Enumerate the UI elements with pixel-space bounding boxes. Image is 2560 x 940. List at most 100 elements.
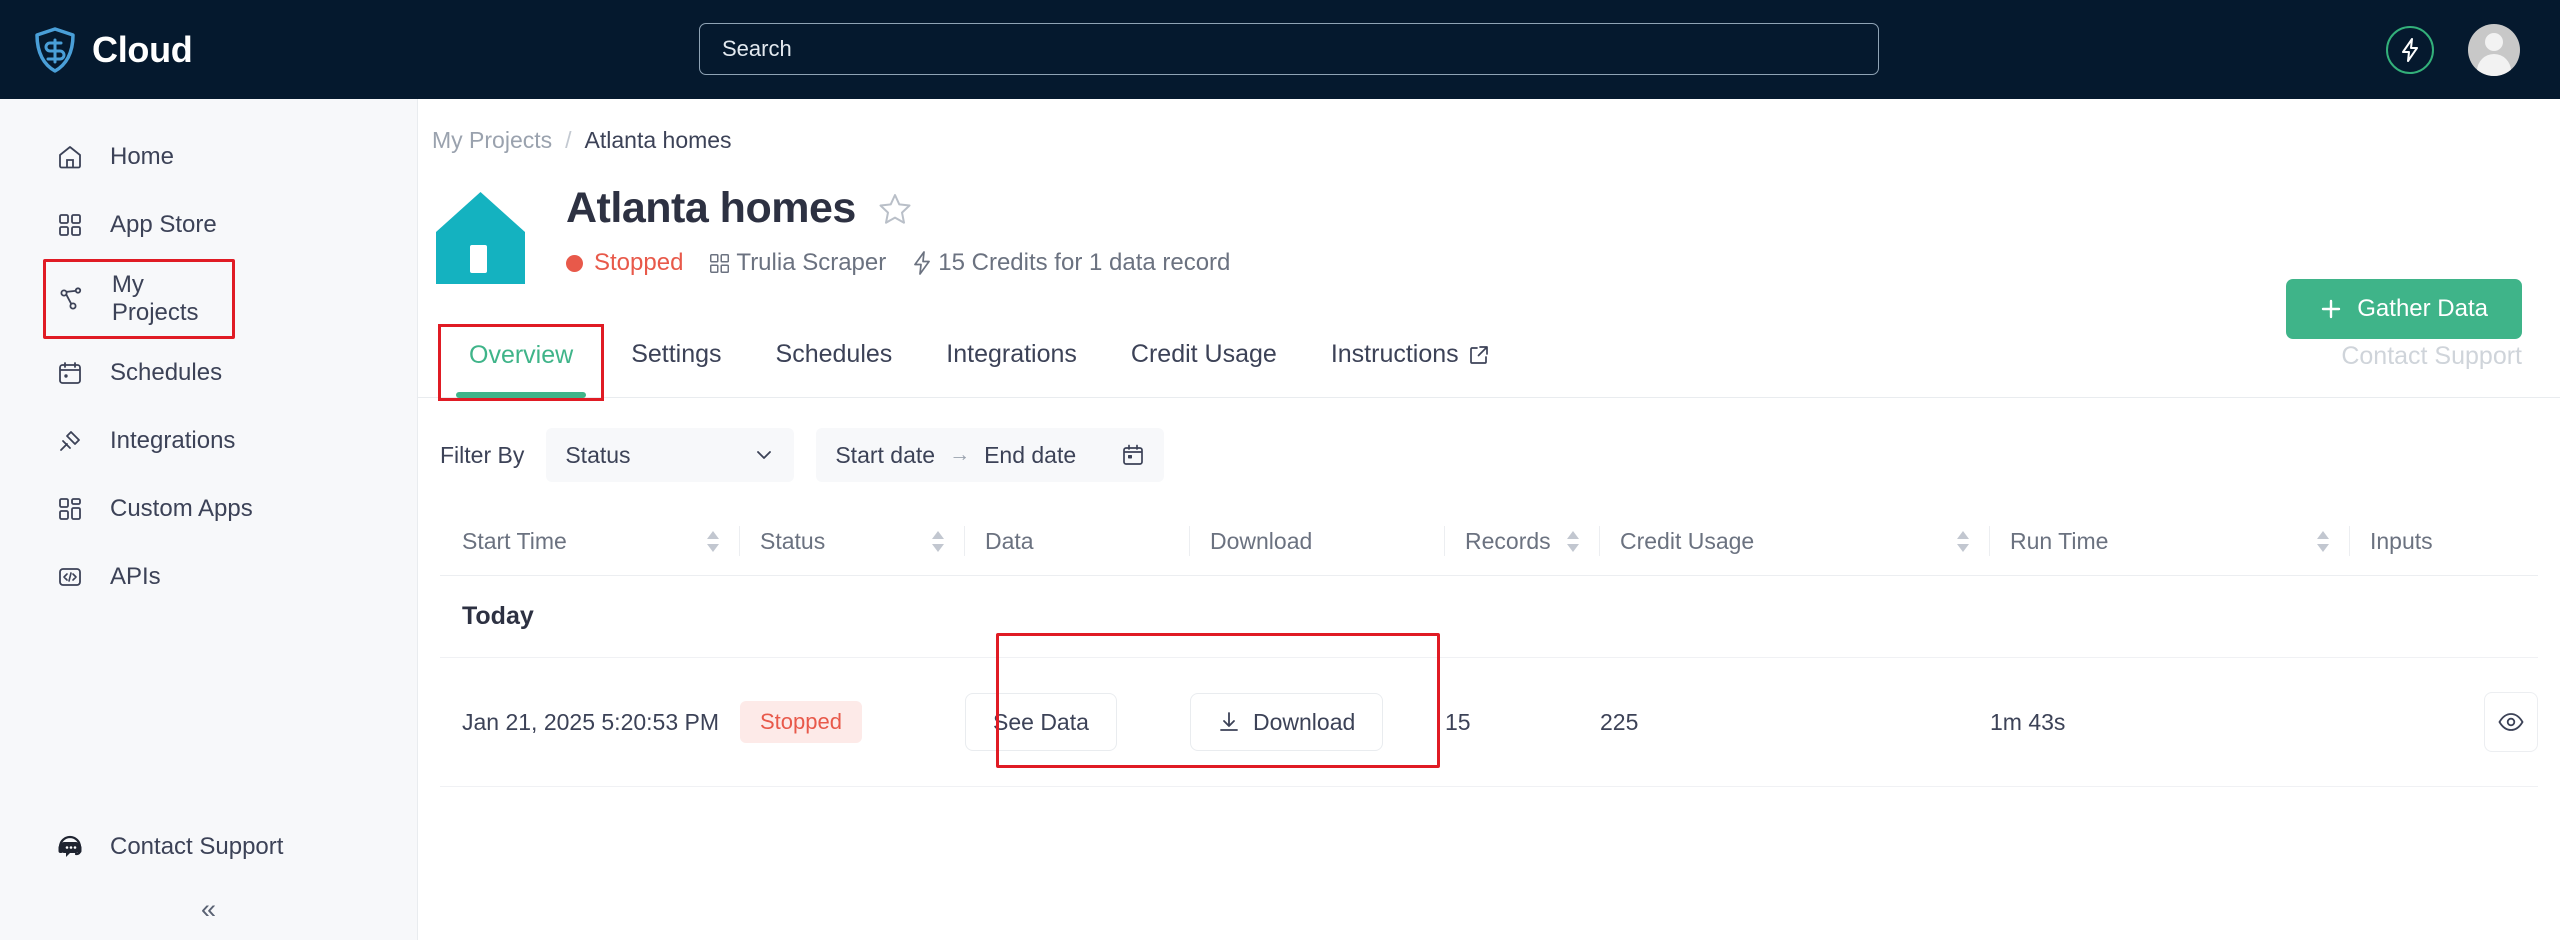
user-avatar-icon[interactable] [2468, 23, 2520, 76]
table-group-header: Today [440, 576, 2538, 658]
sidebar-item-integrations[interactable]: Integrations [0, 407, 417, 475]
download-icon [1218, 711, 1240, 733]
table-body: Today Jan 21, 2025 5:20:53 PM Stopped Se… [440, 576, 2538, 787]
sort-toggle-icon[interactable] [1566, 531, 1580, 552]
column-header-run-time[interactable]: Run Time [1990, 510, 2350, 576]
shield-logo-icon [34, 26, 76, 73]
topbar-right-actions [2386, 0, 2520, 99]
status-dot-icon [566, 254, 583, 272]
column-header-records[interactable]: Records [1445, 510, 1600, 576]
sidebar-item-label: Custom Apps [110, 495, 253, 522]
project-meta: Atlanta homes Stopped Trulia Scraper 15 … [566, 184, 1230, 277]
credits-button[interactable] [2386, 25, 2434, 74]
scraper-name: Trulia Scraper [736, 249, 887, 276]
tab-label: Overview [469, 341, 574, 369]
app-root: Cloud Search Home App Store My Projects … [0, 0, 2560, 940]
end-date-input[interactable]: End date [984, 442, 1076, 469]
tab-label: Settings [631, 340, 722, 368]
eye-icon [2498, 709, 2524, 735]
start-date-input[interactable]: Start date [835, 442, 935, 469]
filter-by-label: Filter By [440, 441, 525, 468]
cell-status: Stopped [740, 657, 965, 787]
tab-integrations[interactable]: Integrations [919, 330, 1104, 393]
sidebar-item-my-projects[interactable]: My Projects [43, 259, 235, 339]
calendar-icon [56, 359, 84, 387]
house-icon [432, 190, 529, 286]
sidebar-nav-list: Home App Store My Projects Schedules Int… [0, 99, 417, 611]
cell-credit-usage: 225 [1600, 657, 1990, 787]
breadcrumb-parent[interactable]: My Projects [432, 127, 552, 154]
sidebar-item-label: APIs [110, 563, 161, 590]
top-navigation-bar: Cloud [0, 0, 2560, 99]
tab-settings[interactable]: Settings [604, 330, 748, 393]
column-header-credit-usage[interactable]: Credit Usage [1600, 510, 1990, 576]
sort-toggle-icon[interactable] [1956, 531, 1970, 552]
project-header: Atlanta homes Stopped Trulia Scraper 15 … [432, 184, 2560, 286]
sidebar-item-apis[interactable]: APIs [0, 543, 417, 611]
search-input[interactable] [699, 23, 1879, 75]
column-header-status[interactable]: Status [740, 510, 965, 576]
column-label: Records [1465, 528, 1551, 554]
star-outline-icon[interactable] [878, 192, 912, 226]
tabs-bar: Overview Settings Schedules Integrations… [418, 324, 2560, 401]
brand-name: Cloud [92, 28, 193, 70]
sidebar-item-custom-apps[interactable]: Custom Apps [0, 475, 417, 543]
sidebar-item-label: Integrations [110, 427, 236, 454]
page-title: Atlanta homes [566, 184, 856, 232]
tab-list: Overview Settings Schedules Integrations… [438, 324, 2560, 401]
tab-label: Credit Usage [1130, 340, 1277, 368]
column-label: Inputs [2370, 528, 2433, 554]
project-meta-row: Stopped Trulia Scraper 15 Credits for 1 … [566, 249, 1230, 277]
table-row[interactable]: Jan 21, 2025 5:20:53 PM Stopped See Data [440, 657, 2538, 787]
date-range-picker[interactable]: Start date → End date [816, 428, 1165, 482]
sort-toggle-icon[interactable] [2316, 531, 2330, 552]
view-inputs-button[interactable] [2484, 692, 2538, 752]
external-link-icon [1469, 345, 1489, 365]
column-label: Start Time [462, 528, 567, 554]
tab-instructions[interactable]: Instructions [1304, 330, 1516, 393]
tab-label: Integrations [946, 340, 1077, 368]
table-header-row: Start Time Status Data Download Records … [440, 510, 2538, 576]
project-title-row: Atlanta homes [566, 184, 1230, 233]
download-label: Download [1253, 708, 1356, 735]
column-label: Download [1210, 528, 1313, 554]
search-container [699, 23, 1879, 75]
custom-grid-icon [56, 495, 84, 523]
sidebar-item-app-store[interactable]: App Store [0, 191, 417, 259]
sidebar-item-label: App Store [110, 211, 217, 238]
sidebar: Home App Store My Projects Schedules Int… [0, 99, 418, 940]
tab-overview[interactable]: Overview [438, 324, 605, 401]
status-filter-select[interactable]: Status [546, 428, 795, 482]
breadcrumb-current: Atlanta homes [584, 127, 732, 153]
sidebar-collapse-button[interactable]: « [0, 878, 417, 940]
breadcrumb: My Projects / Atlanta homes [432, 127, 2560, 154]
credits-chip: 15 Credits for 1 data record [912, 249, 1230, 277]
cell-download: Download [1190, 657, 1445, 787]
brand-logo-area[interactable]: Cloud [34, 26, 193, 73]
sort-toggle-icon[interactable] [706, 531, 720, 552]
grid-apps-icon [56, 211, 84, 239]
cell-data: See Data [965, 657, 1190, 787]
sidebar-contact-support[interactable]: Contact Support [0, 816, 417, 878]
sidebar-item-schedules[interactable]: Schedules [0, 339, 417, 407]
tab-schedules[interactable]: Schedules [749, 330, 920, 393]
plug-icon [56, 427, 84, 455]
column-label: Credit Usage [1620, 528, 1755, 554]
sort-toggle-icon[interactable] [931, 531, 945, 552]
cell-records: 15 [1445, 657, 1600, 787]
column-header-download: Download [1190, 510, 1445, 576]
code-brackets-icon [56, 563, 84, 591]
see-data-button[interactable]: See Data [965, 693, 1117, 751]
tab-credit-usage[interactable]: Credit Usage [1104, 330, 1304, 393]
gather-data-label: Gather Data [2357, 295, 2488, 322]
column-header-start-time[interactable]: Start Time [440, 510, 740, 576]
column-header-inputs: Inputs [2350, 510, 2538, 576]
sidebar-support-label: Contact Support [110, 833, 284, 860]
download-button[interactable]: Download [1190, 693, 1384, 751]
runs-table-container: Start Time Status Data Download Records … [418, 510, 2560, 787]
lightning-bolt-icon [2399, 37, 2421, 63]
lightning-bolt-icon [912, 251, 932, 275]
cell-inputs [2350, 657, 2538, 787]
contact-support-link[interactable]: Contact Support [2341, 342, 2522, 371]
sidebar-item-home[interactable]: Home [0, 123, 417, 191]
